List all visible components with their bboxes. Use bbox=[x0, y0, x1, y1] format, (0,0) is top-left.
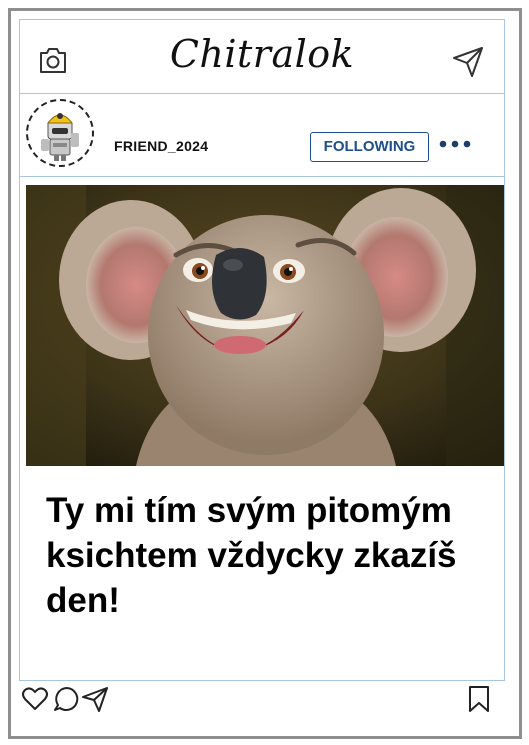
post-image-koala[interactable] bbox=[26, 185, 504, 466]
share-icon[interactable] bbox=[81, 685, 109, 713]
post-caption: Ty mi tím svým pitomým ksichtem vždycky … bbox=[46, 491, 457, 620]
heart-icon[interactable] bbox=[21, 685, 49, 713]
avatar[interactable] bbox=[26, 99, 94, 167]
more-dots-icon[interactable] bbox=[438, 134, 474, 154]
app-header: Chitralok bbox=[20, 20, 504, 94]
post-card: Chitralok FRIEND_2024 FOLLOWING Ty mi tí… bbox=[19, 19, 505, 681]
app-title: Chitralok bbox=[169, 32, 355, 76]
send-icon[interactable] bbox=[450, 44, 486, 80]
robot-avatar-icon bbox=[41, 113, 79, 161]
post-author-bar: FRIEND_2024 FOLLOWING bbox=[20, 94, 504, 177]
bookmark-icon[interactable] bbox=[465, 685, 493, 713]
comment-icon[interactable] bbox=[53, 685, 81, 713]
username[interactable]: FRIEND_2024 bbox=[114, 138, 208, 154]
action-bar bbox=[19, 681, 503, 731]
following-button[interactable]: FOLLOWING bbox=[310, 132, 429, 162]
post-frame: Chitralok FRIEND_2024 FOLLOWING Ty mi tí… bbox=[8, 8, 522, 739]
